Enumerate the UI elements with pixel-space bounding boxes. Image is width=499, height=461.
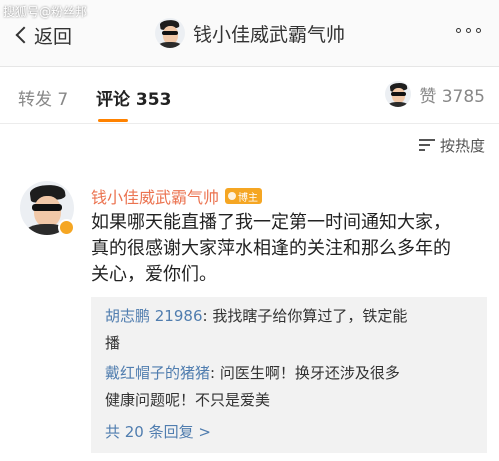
nav-title-group[interactable]: 钱小佳威武霸气帅 xyxy=(155,14,345,52)
reply-text: : 问医生啊！换牙还涉及很多 xyxy=(210,364,400,382)
avatar xyxy=(155,18,185,48)
chevron-left-icon xyxy=(15,26,33,44)
watermark: 搜狐号@粉丝邦 xyxy=(3,5,88,19)
sort-icon xyxy=(418,139,435,152)
comment-line: 关心，爱你们。 xyxy=(91,264,217,285)
reply-text-cont: 播 xyxy=(105,334,121,352)
reply-box: 胡志鹏 21986: 我找瞎子给你算过了，铁定能 播 戴红帽子的猪猪: 问医生啊… xyxy=(91,297,487,453)
likes-count: 赞 3785 xyxy=(419,86,485,107)
tab-comments[interactable]: 评论 353 xyxy=(96,85,171,110)
verified-badge-icon xyxy=(58,219,75,236)
blogger-badge: 博主 xyxy=(225,188,263,204)
reply-text: : 我找瞎子给你算过了，铁定能 xyxy=(202,307,408,325)
badge-label: 博主 xyxy=(238,192,259,204)
comment-avatar[interactable] xyxy=(20,181,75,236)
comment-line: 如果哪天能直播了我一定第一时间通知大家， xyxy=(91,212,451,233)
reply-text-cont: 健康问题呢！不只是爱美 xyxy=(105,391,271,409)
tab-likes[interactable]: 赞 3785 xyxy=(385,81,485,107)
more-options-icon[interactable] xyxy=(456,28,481,33)
reply-author[interactable]: 胡志鹏 21986 xyxy=(105,307,203,325)
comment-text: 如果哪天能直播了我一定第一时间通知大家， 真的很感谢大家萍水相逢的关注和那么多年… xyxy=(91,210,491,288)
back-button[interactable]: 返回 xyxy=(12,20,72,50)
badge-icon xyxy=(228,192,237,200)
page-title: 钱小佳威武霸气帅 xyxy=(193,23,346,46)
back-label: 返回 xyxy=(34,25,73,48)
active-tab-indicator xyxy=(98,119,128,122)
reply-item[interactable]: 戴红帽子的猪猪: 问医生啊！换牙还涉及很多 健康问题呢！不只是爱美 xyxy=(105,360,477,414)
view-more-replies-link[interactable]: 共 20 条回复 > xyxy=(105,421,211,442)
tab-repost[interactable]: 转发 7 xyxy=(18,85,68,110)
reply-item[interactable]: 胡志鹏 21986: 我找瞎子给你算过了，铁定能 播 xyxy=(105,303,477,357)
comment-line: 真的很感谢大家萍水相逢的关注和那么多年的 xyxy=(91,238,451,259)
liker-avatar xyxy=(385,81,412,107)
sort-label: 按热度 xyxy=(439,137,485,155)
tab-bar: 转发 7 评论 353 赞 3785 xyxy=(0,67,499,124)
sort-button[interactable]: 按热度 xyxy=(418,135,485,156)
reply-author[interactable]: 戴红帽子的猪猪 xyxy=(105,364,210,382)
comment-author[interactable]: 钱小佳威武霸气帅 xyxy=(91,184,219,208)
